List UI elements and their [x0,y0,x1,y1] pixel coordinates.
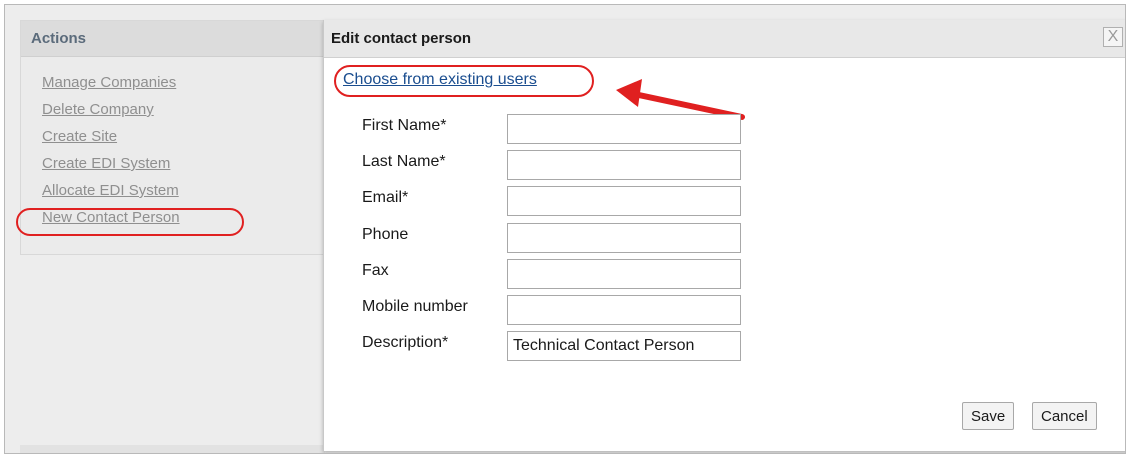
phone-input[interactable] [507,223,741,253]
email-input[interactable] [507,186,741,216]
close-icon[interactable]: X [1103,27,1123,47]
create-site-link[interactable]: Create Site [42,128,117,145]
action-item-allocate-edi-system: Allocate EDI System [42,177,349,204]
highlight-oval-choose-link [334,65,594,97]
dialog-header: Edit contact person X [324,20,1125,58]
description-input[interactable] [507,331,741,361]
save-button[interactable]: Save [962,402,1015,430]
mobile-number-input[interactable] [507,295,741,325]
phone-label: Phone [362,226,409,243]
first-name-input[interactable] [507,114,741,144]
actions-list: Manage Companies Delete Company Create S… [21,57,349,231]
delete-company-link[interactable]: Delete Company [42,101,154,118]
fax-input[interactable] [507,259,741,289]
allocate-edi-system-link[interactable]: Allocate EDI System [42,182,179,199]
email-label: Email* [362,189,409,206]
edit-contact-dialog: Edit contact person X Choose from existi… [323,20,1125,451]
actions-header: Actions [21,21,349,57]
fax-label: Fax [362,262,389,279]
action-item-create-site: Create Site [42,123,349,150]
action-item-delete-company: Delete Company [42,96,349,123]
last-name-input[interactable] [507,150,741,180]
app-frame: Actions Manage Companies Delete Company … [4,4,1126,454]
create-edi-system-link[interactable]: Create EDI System [42,155,170,172]
first-name-label: First Name* [362,117,447,134]
manage-companies-link[interactable]: Manage Companies [42,74,176,91]
action-item-create-edi-system: Create EDI System [42,150,349,177]
description-label: Description* [362,334,449,351]
action-item-manage-companies: Manage Companies [42,69,349,96]
last-name-label: Last Name* [362,153,446,170]
cancel-button[interactable]: Cancel [1032,402,1097,430]
bottom-strip [20,445,325,453]
dialog-title: Edit contact person [331,30,472,47]
mobile-number-label: Mobile number [362,298,468,315]
highlight-oval-new-contact [16,208,244,236]
